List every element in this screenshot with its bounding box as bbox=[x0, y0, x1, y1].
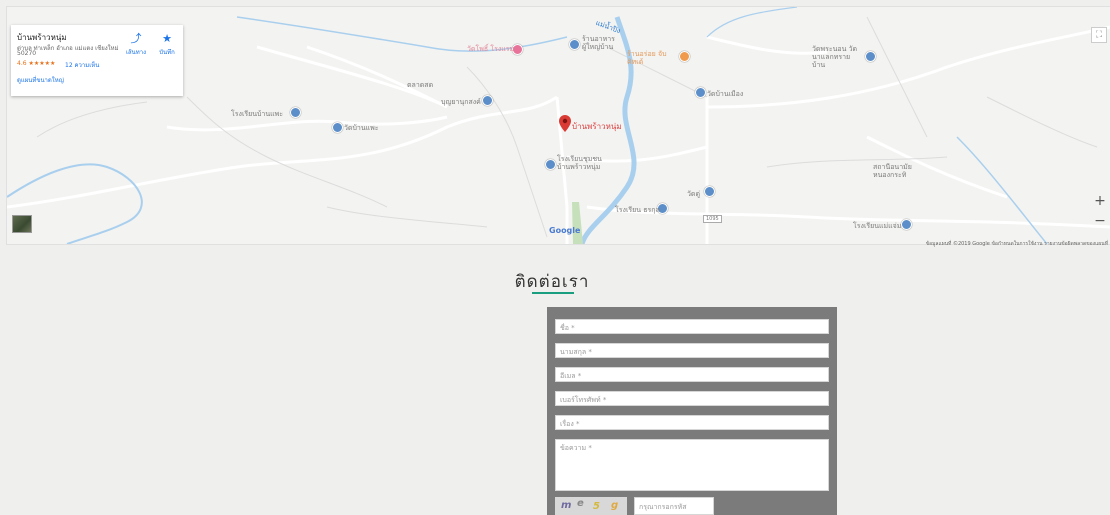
map-label-school-far-bottom: โรงเรียนแม่แจ่ม bbox=[853, 222, 902, 230]
fullscreen-button[interactable]: ⛶ bbox=[1091, 27, 1107, 43]
map-label-cafe: ร้านอร่อย จับคิทเด้ bbox=[627, 50, 667, 66]
poi-school-left-icon[interactable] bbox=[290, 107, 301, 118]
contact-title: ติดต่อเรา bbox=[514, 272, 590, 292]
map-label-school-main: โรงเรียนชุมชน บ้านพร้าวหนุ่ม bbox=[557, 155, 602, 171]
captcha-char: m bbox=[561, 500, 572, 511]
subject-field[interactable]: เรื่อง * bbox=[555, 415, 829, 430]
captcha-char: e bbox=[577, 498, 584, 509]
directions-label: เส้นทาง bbox=[125, 49, 147, 56]
map-label-temple-left: วัดบ้านแพะ bbox=[344, 124, 379, 132]
larger-map-link[interactable]: ดูแผนที่ขนาดใหญ่ bbox=[17, 75, 64, 85]
captcha-char: g bbox=[611, 500, 619, 511]
location-pin-icon[interactable] bbox=[559, 115, 571, 132]
satellite-toggle[interactable] bbox=[12, 215, 32, 233]
map-label-market: ตลาดสด bbox=[407, 81, 434, 89]
place-rating: 4.6 ★★★★★ bbox=[17, 60, 56, 67]
poi-temple-small-icon[interactable] bbox=[704, 186, 715, 197]
directions-button[interactable]: ⤴ เส้นทาง bbox=[124, 33, 148, 57]
poi-school-main-icon[interactable] bbox=[545, 159, 556, 170]
map-label-school-bottom: โรงเรียน ธรกุล bbox=[615, 206, 660, 214]
captcha-char: 5 bbox=[593, 501, 600, 512]
poi-temple-right-icon[interactable] bbox=[695, 87, 706, 98]
place-info-card: บ้านพร้าวหนุ่ม ต่าบล ท่าเหล็ก อำเภอ แม่แ… bbox=[11, 25, 183, 96]
email-field[interactable]: อีเมล * bbox=[555, 367, 829, 382]
directions-icon: ⤴ bbox=[130, 32, 142, 45]
map-label-school-top: วัดโพธิ์ โรงแรม bbox=[467, 45, 515, 53]
poi-temple-center-icon[interactable] bbox=[482, 95, 493, 106]
poi-temple-far-right-icon[interactable] bbox=[865, 51, 876, 62]
name-field[interactable]: ชื่อ * bbox=[555, 319, 829, 334]
place-reviews-link[interactable]: 12 ความเห็น bbox=[65, 60, 99, 70]
poi-cafe-icon[interactable] bbox=[679, 51, 690, 62]
captcha-input[interactable]: กรุณากรอกรหัส bbox=[634, 497, 714, 515]
save-label: บันทึก bbox=[159, 49, 175, 56]
title-underline bbox=[532, 292, 574, 294]
message-field[interactable]: ข้อความ * bbox=[555, 439, 829, 491]
zoom-out-button[interactable]: − bbox=[1091, 213, 1109, 229]
map-label-temple-far-right: วัดพระนอน วัดนาแลกทราย บ้าน bbox=[812, 45, 858, 69]
google-logo: Google bbox=[549, 226, 581, 235]
fullscreen-icon: ⛶ bbox=[1095, 30, 1103, 40]
poi-temple-left-icon[interactable] bbox=[332, 122, 343, 133]
captcha-image: m e 5 g bbox=[555, 497, 627, 515]
contact-form: ชื่อ * นามสกุล * อีเมล * เบอร์โทรศัพท์ *… bbox=[547, 307, 837, 515]
road-number-badge: 1095 bbox=[703, 215, 722, 223]
map-label-main-pin: บ้านพร้าวหนุ่ม bbox=[572, 122, 622, 131]
map-label-hospital-right: สถานีอนามัย หนองกระทิ bbox=[873, 163, 912, 179]
map-attribution[interactable]: ข้อมูลแผนที่ ©2019 Google ข้อกำหนดในการใ… bbox=[926, 240, 1108, 248]
map-label-temple-center: บุญยานุกสงค์ bbox=[441, 98, 481, 106]
map-label-school-left: โรงเรียนบ้านแพะ bbox=[231, 110, 284, 118]
phone-field[interactable]: เบอร์โทรศัพท์ * bbox=[555, 391, 829, 406]
poi-school-far-bottom-icon[interactable] bbox=[901, 219, 912, 230]
map-embed[interactable]: วัดโพธิ์ โรงแรม ร้านอาหาร ผู้ใหญ่บ้าน ร้… bbox=[6, 6, 1110, 245]
place-address-line2: 50270 bbox=[17, 50, 37, 57]
zoom-in-button[interactable]: + bbox=[1091, 193, 1109, 209]
map-label-temple-small: วัดดู่ bbox=[687, 190, 701, 198]
surname-field[interactable]: นามสกุล * bbox=[555, 343, 829, 358]
poi-shop-top-icon[interactable] bbox=[569, 39, 580, 50]
map-label-shop-top: ร้านอาหาร ผู้ใหญ่บ้าน bbox=[582, 35, 615, 51]
star-icon: ★ bbox=[162, 32, 172, 45]
map-label-temple-right: วัดบ้านเมือง bbox=[707, 90, 744, 98]
save-button[interactable]: ★ บันทึก bbox=[155, 33, 179, 57]
